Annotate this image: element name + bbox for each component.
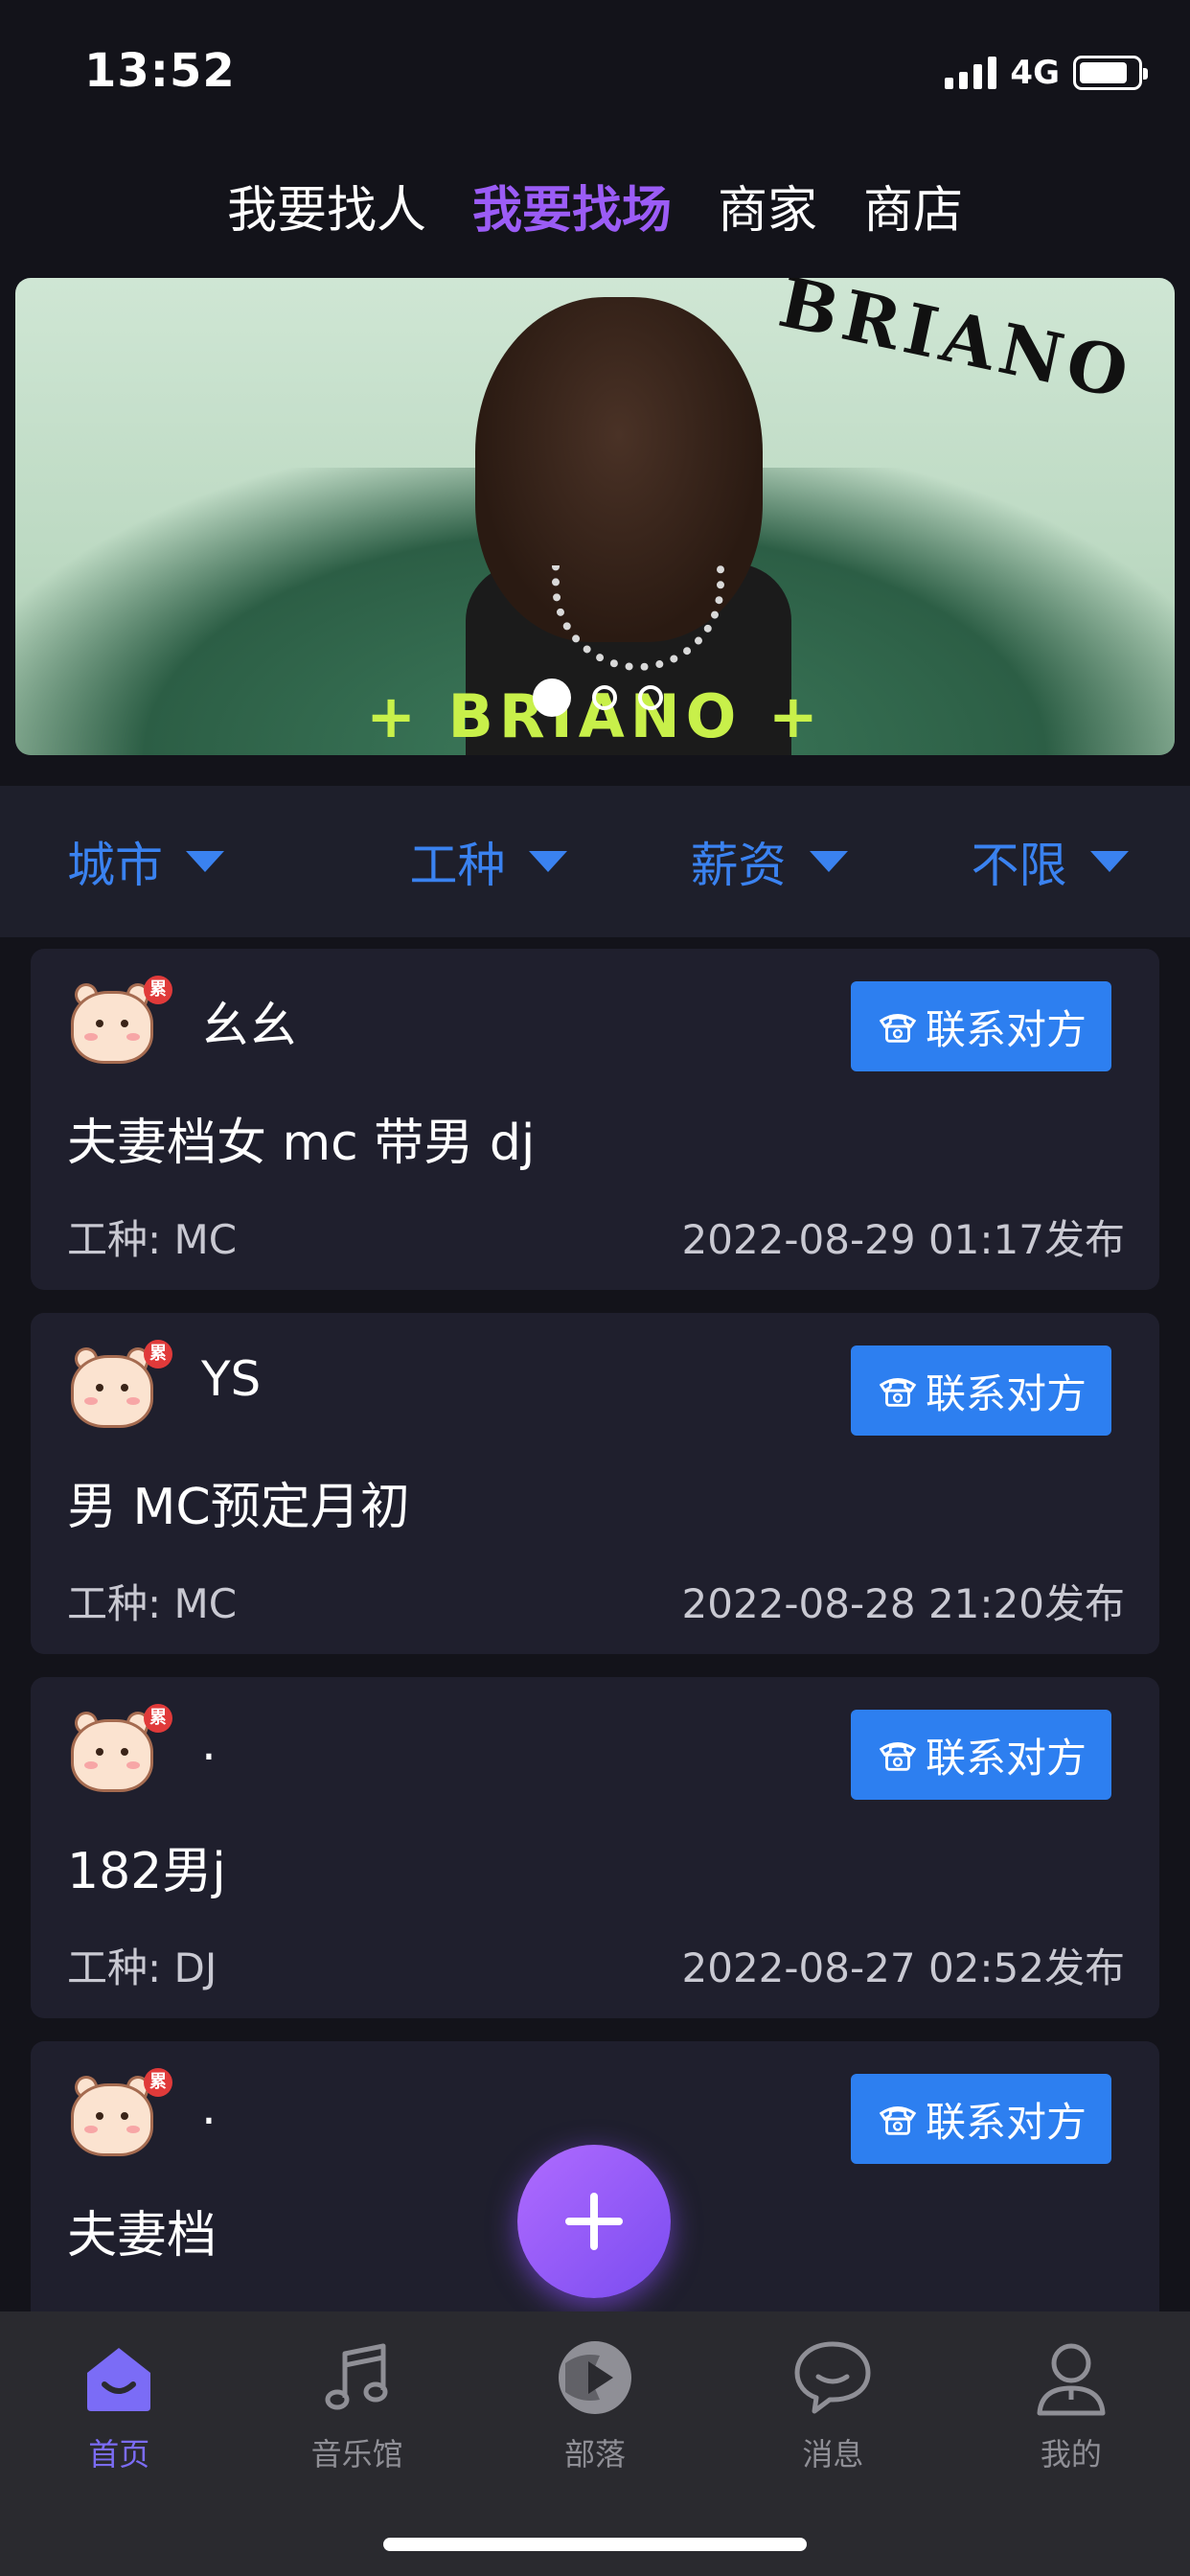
username: . [201, 1715, 217, 1771]
nav-profile[interactable]: 我的 [952, 2334, 1190, 2484]
chat-bubble-icon [794, 2341, 871, 2414]
contact-button-label: 联系对方 [925, 1369, 1087, 1417]
home-icon [87, 2348, 151, 2411]
carousel-dots [533, 678, 663, 717]
username: 幺幺 [201, 998, 297, 1053]
phone-icon [879, 2106, 917, 2135]
nav-music-label: 音乐馆 [310, 2436, 403, 2472]
avatar[interactable]: 累 [65, 976, 172, 1071]
tab-merchants[interactable]: 商家 [718, 172, 817, 249]
post-title: 男 MC预定月初 [67, 1479, 410, 1536]
nav-tribe[interactable]: 部落 [476, 2334, 714, 2484]
contact-button[interactable]: 联系对方 [851, 2074, 1111, 2164]
contact-button[interactable]: 联系对方 [851, 1346, 1111, 1436]
filter-job-type[interactable]: 工种 [348, 827, 629, 896]
phone-icon [879, 1742, 917, 1771]
post-date: 2022-08-27 02:52发布 [681, 1944, 1125, 1991]
filter-job-type-label: 工种 [409, 838, 506, 893]
avatar[interactable]: 累 [65, 1704, 172, 1800]
filter-unlimited[interactable]: 不限 [909, 827, 1190, 896]
carousel-dot-3[interactable] [638, 685, 663, 710]
nav-messages-label: 消息 [802, 2436, 864, 2472]
status-bar: 13:52 4G [0, 0, 1190, 144]
signal-icon [945, 57, 997, 89]
post-card[interactable]: 累 YS 联系对方 男 MC预定月初 工种: MC 2022-08-28 21:… [31, 1313, 1159, 1654]
battery-level [1080, 62, 1128, 83]
phone-icon [879, 1378, 917, 1407]
contact-button[interactable]: 联系对方 [851, 1710, 1111, 1800]
music-note-icon [325, 2343, 388, 2410]
post-title: 夫妻档 [67, 2207, 217, 2265]
nav-messages[interactable]: 消息 [714, 2334, 951, 2484]
home-indicator[interactable] [383, 2538, 807, 2551]
level-badge: 累 [144, 1704, 172, 1733]
carousel-dot-1[interactable] [533, 678, 571, 717]
caret-down-icon [1089, 851, 1129, 872]
top-tabs: 我要找人 我要找场 商家 商店 [0, 172, 1190, 249]
username: YS [201, 1351, 262, 1407]
avatar[interactable]: 累 [65, 1340, 172, 1436]
username: . [201, 2080, 217, 2135]
nav-profile-label: 我的 [1040, 2436, 1102, 2472]
user-icon [1037, 2343, 1106, 2416]
post-title: 夫妻档女 mc 带男 dj [67, 1115, 536, 1172]
post-card[interactable]: 累 . 联系对方 182男j 工种: DJ 2022-08-27 02:52发布 [31, 1677, 1159, 2018]
post-job-type: 工种: DJ [67, 1944, 217, 1991]
filter-salary[interactable]: 薪资 [629, 827, 909, 896]
post-card[interactable]: 累 幺幺 联系对方 夫妻档女 mc 带男 dj 工种: MC 2022-08-2… [31, 949, 1159, 1290]
post-title: 182男j [67, 1843, 226, 1900]
contact-button[interactable]: 联系对方 [851, 981, 1111, 1071]
filter-bar: 城市 工种 薪资 不限 [0, 786, 1190, 937]
battery-icon [1073, 56, 1148, 90]
post-date: 2022-08-29 01:17发布 [681, 1216, 1125, 1263]
filter-city-label: 城市 [67, 838, 163, 893]
post-date: 2022-08-28 21:20发布 [681, 1580, 1125, 1627]
network-type: 4G [1010, 54, 1060, 92]
nav-home[interactable]: 首页 [0, 2334, 238, 2484]
phone-icon [879, 1014, 917, 1043]
nav-tribe-label: 部落 [564, 2436, 627, 2472]
add-post-button[interactable] [517, 2145, 671, 2298]
caret-down-icon [809, 851, 848, 872]
banner-brand-logo: BRIANO [772, 278, 1141, 416]
contact-button-label: 联系对方 [925, 1005, 1087, 1053]
filter-unlimited-label: 不限 [971, 838, 1067, 893]
level-badge: 累 [144, 976, 172, 1004]
tab-find-people[interactable]: 我要找人 [227, 172, 426, 249]
plus-icon-vertical [590, 2193, 598, 2250]
carousel-dot-2[interactable] [592, 685, 617, 710]
level-badge: 累 [144, 2068, 172, 2097]
status-indicators: 4G [945, 54, 1148, 92]
play-circle-icon [559, 2341, 632, 2414]
status-time: 13:52 [84, 44, 236, 98]
level-badge: 累 [144, 1340, 172, 1368]
caret-down-icon [528, 851, 567, 872]
tab-find-venue[interactable]: 我要找场 [472, 172, 672, 249]
nav-home-label: 首页 [88, 2436, 150, 2472]
post-job-type: 工种: MC [67, 1580, 238, 1627]
contact-button-label: 联系对方 [925, 2098, 1087, 2146]
bottom-nav: 首页 音乐馆 部落 消息 我的 [0, 2312, 1190, 2576]
filter-salary-label: 薪资 [690, 838, 787, 893]
avatar[interactable]: 累 [65, 2068, 172, 2164]
caret-down-icon [186, 851, 224, 872]
filter-city[interactable]: 城市 [0, 827, 348, 896]
nav-music[interactable]: 音乐馆 [238, 2334, 475, 2484]
banner-carousel[interactable]: BRIANO + BRIANO + [15, 278, 1175, 755]
post-job-type: 工种: MC [67, 1216, 238, 1263]
tab-store[interactable]: 商店 [863, 172, 963, 249]
contact-button-label: 联系对方 [925, 1734, 1087, 1782]
